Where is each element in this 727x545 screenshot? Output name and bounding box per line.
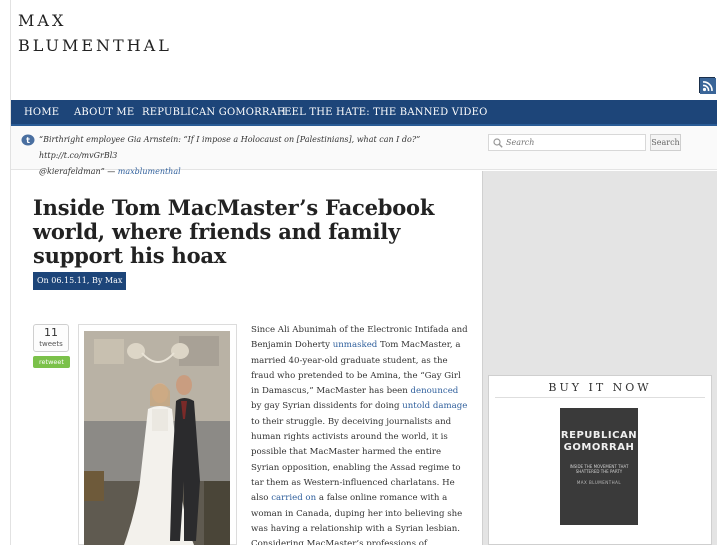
rss-feed-icon[interactable] [699, 77, 716, 94]
tweet-count-badge[interactable]: 11 tweets [33, 324, 69, 352]
buy-it-now-widget: BUY IT NOW REPUBLICAN GOMORRAH INSIDE TH… [488, 375, 712, 545]
search-box [488, 134, 646, 151]
book-cover[interactable]: REPUBLICAN GOMORRAH INSIDE THE MOVEMENT … [560, 408, 638, 525]
main-navigation: HOME ABOUT ME REPUBLICAN GOMORRAH FEEL T… [11, 100, 717, 126]
post-title[interactable]: Inside Tom MacMaster’s Facebook world, w… [33, 196, 473, 268]
book-cover-title: REPUBLICAN GOMORRAH [560, 430, 638, 454]
nav-item-republican-gomorrah[interactable]: REPUBLICAN GOMORRAH [142, 100, 286, 126]
tweet-text-line1: “Birthright employee Gia Arnstein: “If I… [39, 135, 421, 160]
svg-text:t: t [26, 136, 30, 145]
site-title[interactable]: MAX BLUMENTHAL [18, 8, 172, 58]
body-text-segment: to their struggle. By deceiving journali… [251, 416, 461, 504]
site-title-line1[interactable]: MAX [18, 8, 172, 33]
post-meta: On 06.15.11, By Max [33, 272, 127, 290]
tweet-count-number: 11 [44, 326, 58, 339]
book-title-line2: GOMORRAH [563, 442, 635, 453]
search-button[interactable]: Search [650, 134, 681, 151]
link-carried-on[interactable]: carried on [271, 493, 316, 503]
search-input[interactable] [506, 136, 641, 149]
nav-item-about-me[interactable]: ABOUT ME [74, 100, 134, 126]
twitter-bird-icon: t [21, 134, 35, 146]
retweet-button[interactable]: retweet [33, 356, 70, 368]
nav-item-home[interactable]: HOME [24, 100, 59, 126]
book-title-line1: REPUBLICAN [560, 430, 638, 441]
link-denounced[interactable]: denounced [411, 386, 459, 396]
book-cover-author: MAX BLUMENTHAL [576, 480, 622, 485]
main-content: Inside Tom MacMaster’s Facebook world, w… [11, 171, 481, 545]
body-text-segment: by gay Syrian dissidents for doing [251, 401, 403, 412]
search-icon [493, 138, 503, 148]
buy-it-now-title: BUY IT NOW [548, 381, 652, 394]
wedding-photo[interactable] [84, 331, 230, 545]
nav-item-banned-video[interactable]: FEEL THE HATE: THE BANNED VIDEO [277, 100, 487, 126]
site-title-line2[interactable]: BLUMENTHAL [18, 33, 172, 58]
post-body: Since Ali Abunimah of the Electronic Int… [251, 323, 469, 545]
link-untold-damage[interactable]: untold damage [402, 401, 467, 411]
book-cover-subtitle: INSIDE THE MOVEMENT THAT SHATTERED THE P… [569, 464, 629, 474]
buy-title-divider [495, 397, 705, 398]
link-unmasked[interactable]: unmasked [333, 340, 378, 350]
tweet-count-label: tweets [39, 340, 63, 348]
